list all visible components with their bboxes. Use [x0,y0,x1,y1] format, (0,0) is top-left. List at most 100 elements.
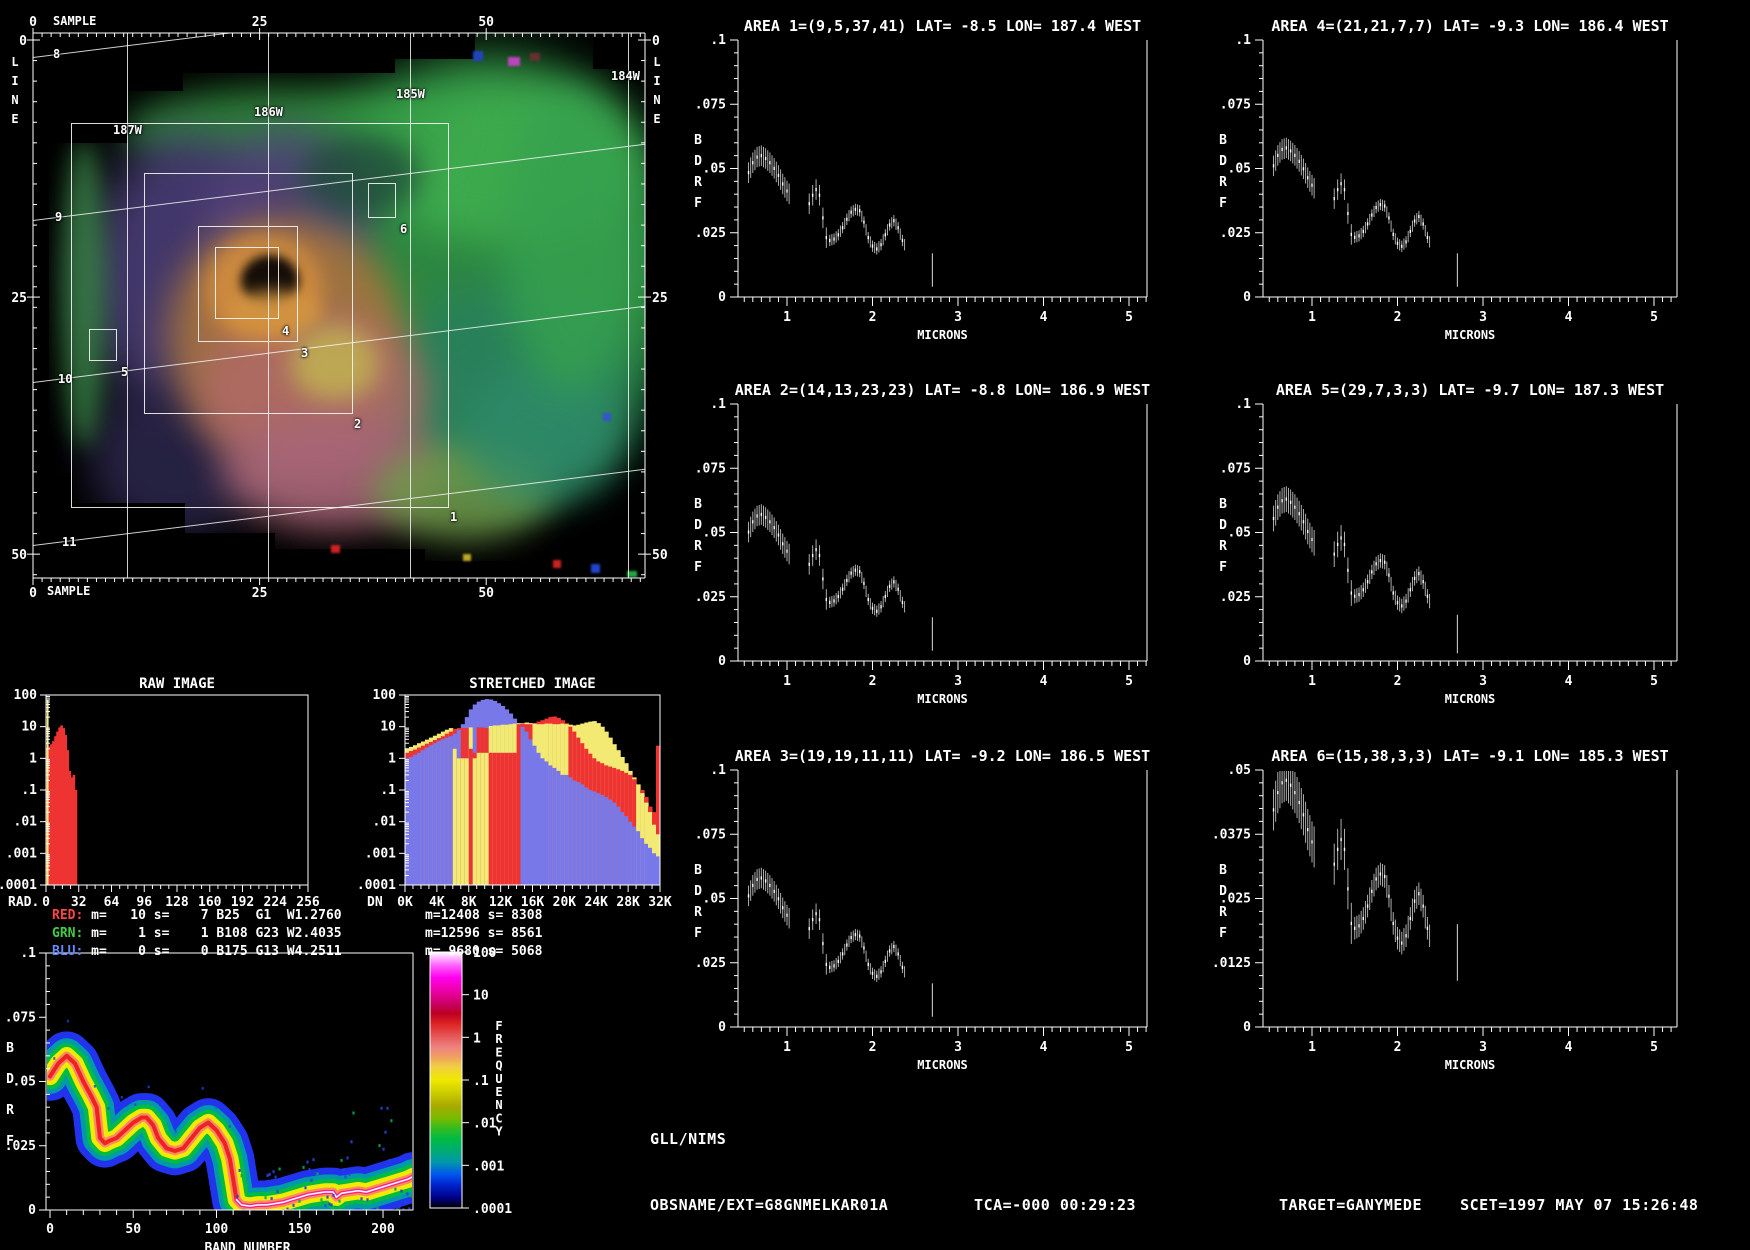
tick-label: .075 [695,827,726,842]
tick-label: .075 [695,97,726,112]
tick-label: .1 [1235,397,1251,412]
tick-label: MICRONS [1445,1058,1496,1072]
spectrum-data [1272,486,1458,654]
spectrum-area6: .05.0375.025.012501 2 3 4 5MICRONSBDRFAREA 6… [1212,747,1678,1072]
stat-prefix: BLU: [52,944,84,959]
stat-prefix: RED: [52,908,84,923]
tick-label: DN [367,895,383,910]
stat-values: m= 1 s= 1 B108 G23 W2.4035 [83,926,342,941]
tick-label: AREA 4=(21,21,7,7) LAT= -9.3 LON= 186.4 … [1271,17,1668,35]
meta-line-obsname: OBSNAME/EXT=G8GNMELKAR01A TCA=-000 00:29… [650,1196,1699,1214]
tick-label: F [694,196,702,211]
tick-label: .05 [703,892,726,907]
tick-label: .025 [695,956,726,971]
tick-label: .0001 [357,878,396,893]
tick-label: R [694,905,702,920]
tick-label: 50 [478,15,494,30]
tick-label: 0 [1243,290,1251,305]
tick-label: .01 [373,815,397,830]
tick-label: E [495,1085,502,1099]
tick-label: 25 [252,15,268,30]
tick-label: RAD. [8,895,39,910]
tick-label: AREA 2=(14,13,23,23) LAT= -8.8 LON= 186.… [735,381,1150,399]
tick-label: E [495,1045,502,1059]
tick-label: R [694,175,702,190]
tick-label: 1 [473,1031,481,1046]
tick-label: MICRONS [917,1058,968,1072]
tick-label: 100 [205,1222,229,1237]
tick-label: 1 [783,310,791,325]
tick-label: U [495,1072,502,1086]
tick-label: 3 [1479,674,1487,689]
density-data [47,1019,412,1210]
tick-label: D [1219,884,1227,899]
tick-label: D [694,518,702,533]
tick-label: AREA 5=(29,7,3,3) LAT= -9.7 LON= 187.3 W… [1276,381,1664,399]
stat-prefix: GRN: [52,926,84,941]
stat-values: m= 0 s= 0 B175 G13 W4.2511 [83,944,342,959]
tick-label: 3 [1479,310,1487,325]
tick-label: 2 [869,310,877,325]
frequency-colorbar: 100101.1.01.001.0001FREQUENCY [429,946,512,1217]
tick-label: 0 [42,895,50,910]
tick-label: 100 [14,688,38,703]
tick-label: .01 [14,815,38,830]
tick-label: .001 [6,846,37,861]
tick-label: 50 [478,586,494,601]
tick-label: 20K [553,895,577,910]
tick-label: 32K [648,895,672,910]
tick-label: MICRONS [1445,692,1496,706]
tick-label: .001 [365,846,396,861]
tick-label: 28K [616,895,640,910]
tick-label: RAW IMAGE [139,676,215,692]
stat-values: m= 10 s= 7 B25 G1 W1.2760 [83,908,342,923]
tick-label: 0 [29,15,37,30]
tick-label: D [1219,518,1227,533]
raw-histogram-stat-grn: GRN: m= 1 s= 1 B108 G23 W2.4035 [52,926,342,941]
tick-label: .075 [695,461,726,476]
raw-histogram-stat-red: RED: m= 10 s= 7 B25 G1 W1.2760 [52,908,342,923]
tick-label: .0125 [1212,956,1251,971]
tick-label: .05 [703,526,726,541]
tick-label: 25 [252,586,268,601]
tick-label: AREA 3=(19,19,11,11) LAT= -9.2 LON= 186.… [735,747,1150,765]
tick-label: B [1219,863,1227,878]
tick-label: 3 [954,310,962,325]
tick-label: MICRONS [917,328,968,342]
tick-label: D [694,154,702,169]
tick-label: .01 [473,1117,497,1132]
tick-label: 5 [1650,674,1658,689]
tick-label: 1 [783,1040,791,1055]
spectrum-area4: .1 .075 .05 .025 0 1 2 3 4 5 MICRONS BDRF AREA 4=(21… [1219,17,1678,342]
tick-label: .1 [710,763,726,778]
stretched-histogram-stat-1: m=12408 s= 8308 [425,908,543,923]
spectrum-data [1272,771,1458,981]
tick-label: 50 [125,1222,141,1237]
tick-label: .05 [1228,162,1251,177]
tick-label: F [6,1134,14,1149]
tick-label: D [694,884,702,899]
stretched-histogram-stat-3: m= 9680 s= 5068 [425,944,543,959]
tick-label: 1 [783,674,791,689]
tick-label: .1 [380,783,396,798]
tick-label: 25 [11,291,27,306]
tick-label: .05 [703,162,726,177]
tick-label: 2 [1394,310,1402,325]
nims-quicklook-screen: 187W 186W 185W 184W 8 9 10 11 1 2 3 4 5 6 SAMPLE SAMP… [0,0,1750,1250]
tick-label: .05 [1228,526,1251,541]
tick-label: 100 [373,688,397,703]
tick-label: .075 [5,1010,36,1025]
tick-label: 200 [371,1222,395,1237]
tick-label: 0 [28,1203,36,1218]
tick-label: 50 [11,548,27,563]
tick-label: D [6,1072,14,1087]
tick-label: 0K [397,895,413,910]
tick-label: 1 [29,751,37,766]
tick-label: BAND NUMBER [204,1241,290,1250]
tick-label: 3 [954,674,962,689]
tick-label: 4 [1040,1040,1048,1055]
tick-label: .025 [1220,226,1251,241]
charts-layer: 00252550500 025 2550 50.1.075.05.02501 2 3 4 5M… [0,15,1678,1250]
tick-label: 0 [718,1020,726,1035]
tick-label: Q [495,1059,502,1073]
